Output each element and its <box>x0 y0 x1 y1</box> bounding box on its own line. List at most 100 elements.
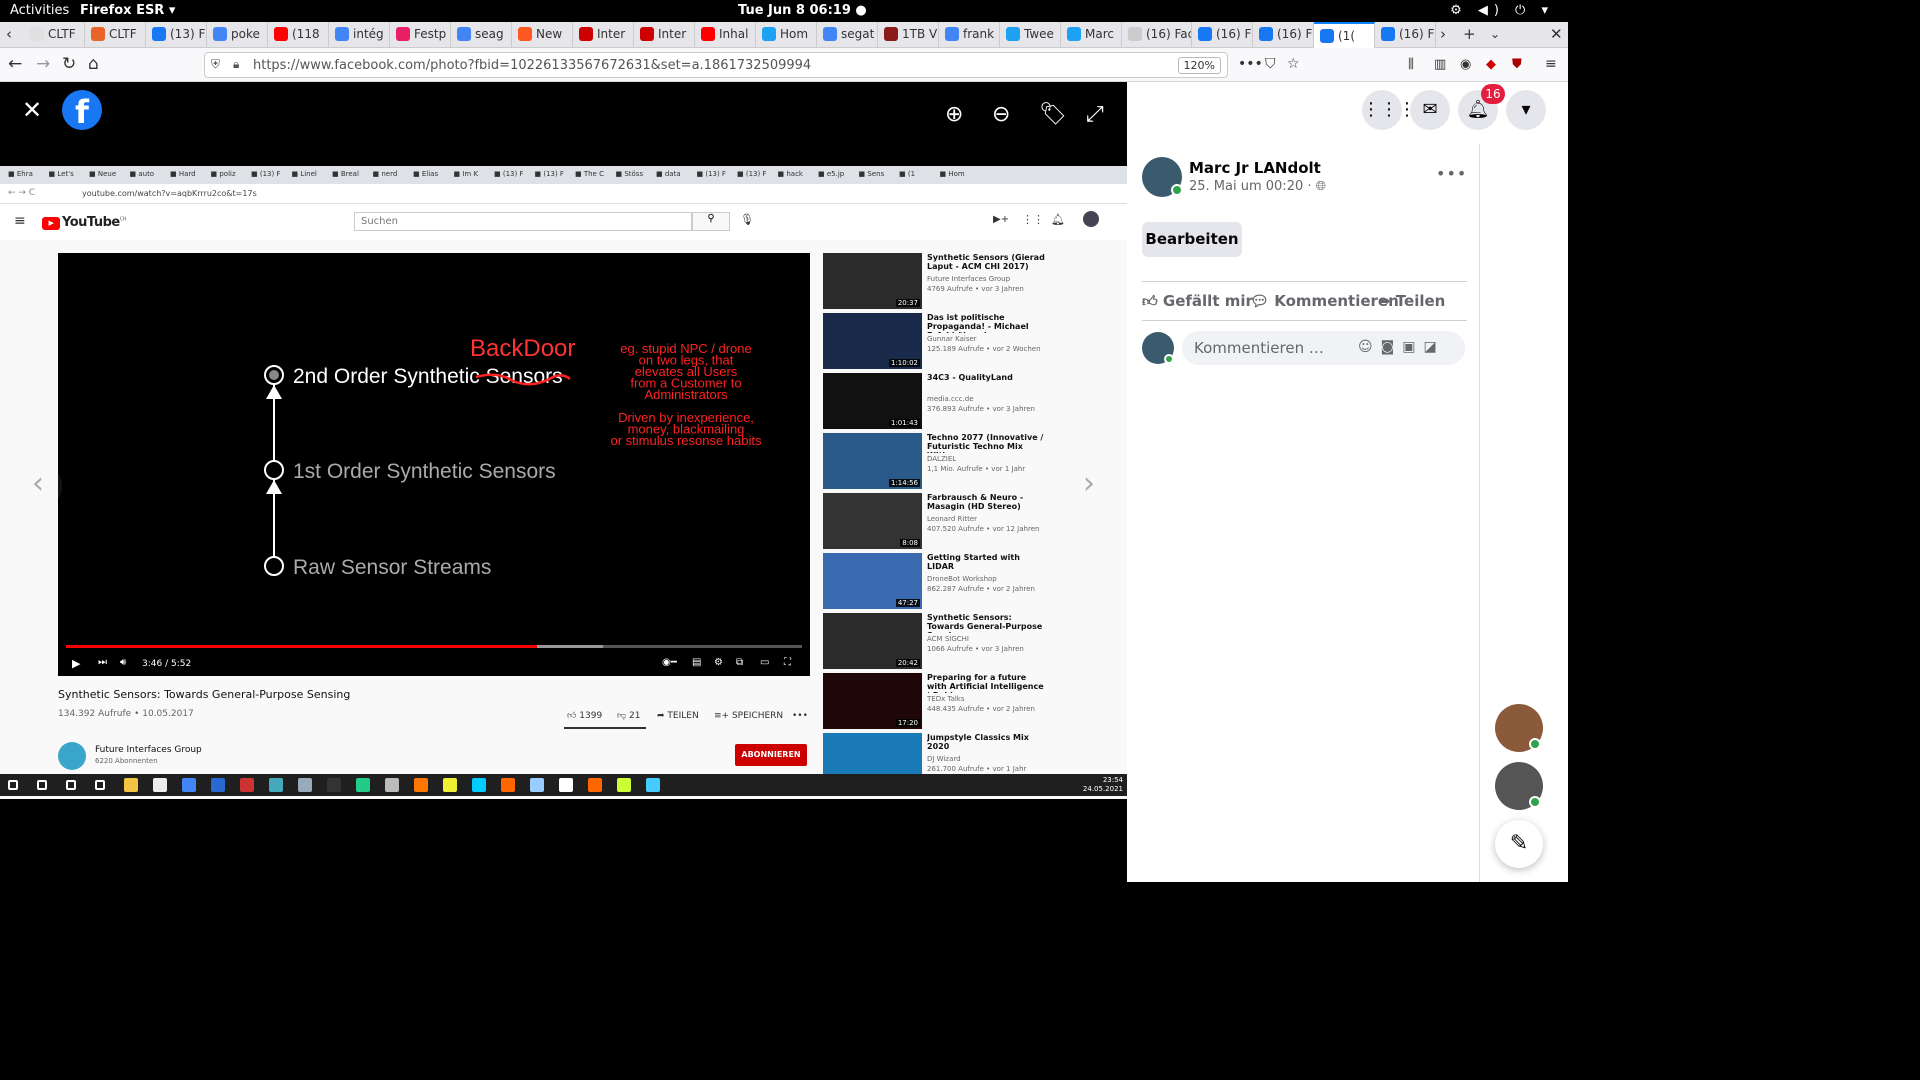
tab-label[interactable]: seag <box>475 27 504 41</box>
tab-label[interactable]: Inter <box>658 27 686 41</box>
bookmark-star-icon[interactable]: ☆ <box>1287 56 1300 72</box>
tab-list-dropdown-icon[interactable]: ⌄ <box>1490 27 1500 41</box>
author-name[interactable]: Marc Jr LANdolt <box>1189 159 1321 177</box>
zoom-level[interactable]: 120% <box>1177 57 1221 74</box>
tab-label[interactable]: Twee <box>1024 27 1054 41</box>
browser-tab[interactable]: (16) F <box>1253 22 1314 48</box>
tab-label[interactable]: 1TB V <box>902 27 937 41</box>
back-button[interactable]: ← <box>8 54 22 74</box>
tab-label[interactable]: (16) F <box>1216 27 1251 41</box>
tab-label[interactable]: Inhal <box>719 27 748 41</box>
zoom-in-icon[interactable]: ⊕ <box>945 102 963 127</box>
browser-tab[interactable]: New <box>512 22 573 48</box>
notification-badge[interactable]: 16 <box>1481 84 1505 104</box>
tab-label[interactable]: Marc <box>1085 27 1114 41</box>
browser-tab[interactable]: (13) F <box>146 22 207 48</box>
browser-tab[interactable]: (118 <box>268 22 329 48</box>
browser-tab[interactable]: (16) F <box>1375 22 1436 48</box>
system-clock[interactable]: Tue Jun 8 06:19 ● <box>738 3 867 18</box>
reload-button[interactable]: ↻ <box>62 54 76 74</box>
tab-label[interactable]: (13) F <box>170 27 205 41</box>
pocket-icon[interactable]: ⛉ <box>1265 56 1276 72</box>
tab-label[interactable]: CLTF <box>109 27 137 41</box>
lock-icon[interactable]: 🔒︎ <box>233 57 239 72</box>
sticker-icon[interactable]: ◪ <box>1423 339 1444 355</box>
tab-label[interactable]: Festp <box>414 27 446 41</box>
browser-tab[interactable]: Marc <box>1061 22 1122 48</box>
next-photo-button[interactable]: › <box>1065 462 1113 510</box>
share-label[interactable]: Teilen <box>1396 292 1446 310</box>
browser-tab[interactable]: Twee <box>1000 22 1061 48</box>
gif-icon[interactable]: ▣ <box>1402 339 1423 355</box>
activities-button[interactable]: Activities <box>10 3 69 18</box>
browser-tab[interactable]: (16) F <box>1192 22 1253 48</box>
tabs-scroll-left-icon[interactable]: ‹ <box>6 25 12 43</box>
comment-button[interactable]: 💬︎ Kommentieren <box>1250 292 1399 310</box>
previous-photo-button[interactable]: ‹ <box>14 462 62 510</box>
facebook-logo[interactable]: f <box>62 90 102 131</box>
ublock-icon[interactable]: ⛊ <box>1512 57 1522 72</box>
tab-label[interactable]: CLTF <box>48 27 76 41</box>
browser-tab[interactable]: (1( <box>1314 22 1375 48</box>
tab-label[interactable]: (16) F <box>1277 27 1312 41</box>
tab-label[interactable]: frank <box>963 27 994 41</box>
zoom-out-icon[interactable]: ⊖ <box>992 102 1010 127</box>
page-actions-icon[interactable]: ••• <box>1238 56 1263 72</box>
account-icon[interactable]: ◉ <box>1460 57 1471 72</box>
like-label[interactable]: Gefällt mir <box>1163 292 1253 310</box>
tabs-scroll-right-icon[interactable]: › <box>1440 25 1446 43</box>
app-menu[interactable]: Firefox ESR ▾ <box>80 3 175 18</box>
messenger-icon[interactable]: ✉ <box>1410 90 1450 130</box>
menu-icon[interactable]: ≡ <box>1545 56 1557 72</box>
browser-tab[interactable]: seag <box>451 22 512 48</box>
url-text[interactable]: https://www.facebook.com/photo?fbid=1022… <box>253 58 811 73</box>
new-tab-button[interactable]: + <box>1463 25 1476 43</box>
window-close-icon[interactable]: ✕ <box>1550 25 1563 43</box>
browser-tab[interactable]: Inter <box>573 22 634 48</box>
account-dropdown-icon[interactable]: ▾ <box>1506 90 1546 130</box>
extension-icon[interactable]: ◆ <box>1486 57 1496 72</box>
browser-tab[interactable]: frank <box>939 22 1000 48</box>
camera-icon[interactable]: ◙ <box>1381 339 1403 355</box>
sidebar-icon[interactable]: ▥ <box>1434 57 1446 72</box>
tab-label[interactable]: (16) F <box>1399 27 1434 41</box>
tab-label[interactable]: New <box>536 27 562 41</box>
browser-tab[interactable]: CLTF <box>85 22 146 48</box>
browser-tab[interactable]: intég <box>329 22 390 48</box>
browser-tab[interactable]: (16) Face <box>1122 22 1192 48</box>
share-button[interactable]: ➦ Teilen <box>1378 292 1445 310</box>
address-bar[interactable]: ⛨ 🔒︎ https://www.facebook.com/photo?fbid… <box>204 52 1228 78</box>
edit-button[interactable]: Bearbeiten <box>1142 222 1242 257</box>
post-date-text[interactable]: 25. Mai um 00:20 · <box>1189 179 1316 194</box>
browser-tab[interactable]: Inter <box>634 22 695 48</box>
forward-button[interactable]: → <box>36 54 50 74</box>
like-button[interactable]: 👍︎ Gefällt mir <box>1142 292 1253 311</box>
tag-icon[interactable]: 🏷︎ <box>1039 102 1067 127</box>
post-options-icon[interactable]: ••• <box>1436 164 1467 183</box>
home-button[interactable]: ⌂ <box>88 54 99 74</box>
tracking-shield-icon[interactable]: ⛨ <box>211 57 220 72</box>
new-message-icon[interactable]: ✎ <box>1495 820 1543 868</box>
tab-label[interactable]: (118 <box>292 27 320 41</box>
browser-tab[interactable]: poke <box>207 22 268 48</box>
tab-label[interactable]: (16) Face <box>1146 27 1191 41</box>
browser-tab[interactable]: Hom <box>756 22 817 48</box>
browser-tab[interactable]: CLTF <box>24 22 85 48</box>
post-date[interactable]: 25. Mai um 00:20 · 🌐︎ <box>1189 179 1326 194</box>
tab-label[interactable]: Hom <box>780 27 808 41</box>
close-viewer-icon[interactable]: ✕ <box>22 96 42 124</box>
system-tray-icons[interactable]: ⚙ ◀) ⏻ ▾ <box>1450 3 1554 18</box>
browser-tab[interactable]: 1TB V <box>878 22 939 48</box>
fullscreen-icon[interactable]: ⤢ <box>1086 102 1104 127</box>
tab-label[interactable]: Inter <box>597 27 625 41</box>
tab-label[interactable]: intég <box>353 27 384 41</box>
menu-grid-icon[interactable]: ⋮⋮⋮ <box>1362 90 1416 130</box>
browser-tab[interactable]: Inhal <box>695 22 756 48</box>
browser-tab[interactable]: segat <box>817 22 878 48</box>
tab-label[interactable]: segat <box>841 27 874 41</box>
emoji-icon[interactable]: ☺ <box>1358 339 1381 355</box>
library-icon[interactable]: ⫼ <box>1408 57 1414 72</box>
browser-tab[interactable]: Festp <box>390 22 451 48</box>
tab-label[interactable]: (1( <box>1338 29 1355 43</box>
tab-label[interactable]: poke <box>231 27 260 41</box>
